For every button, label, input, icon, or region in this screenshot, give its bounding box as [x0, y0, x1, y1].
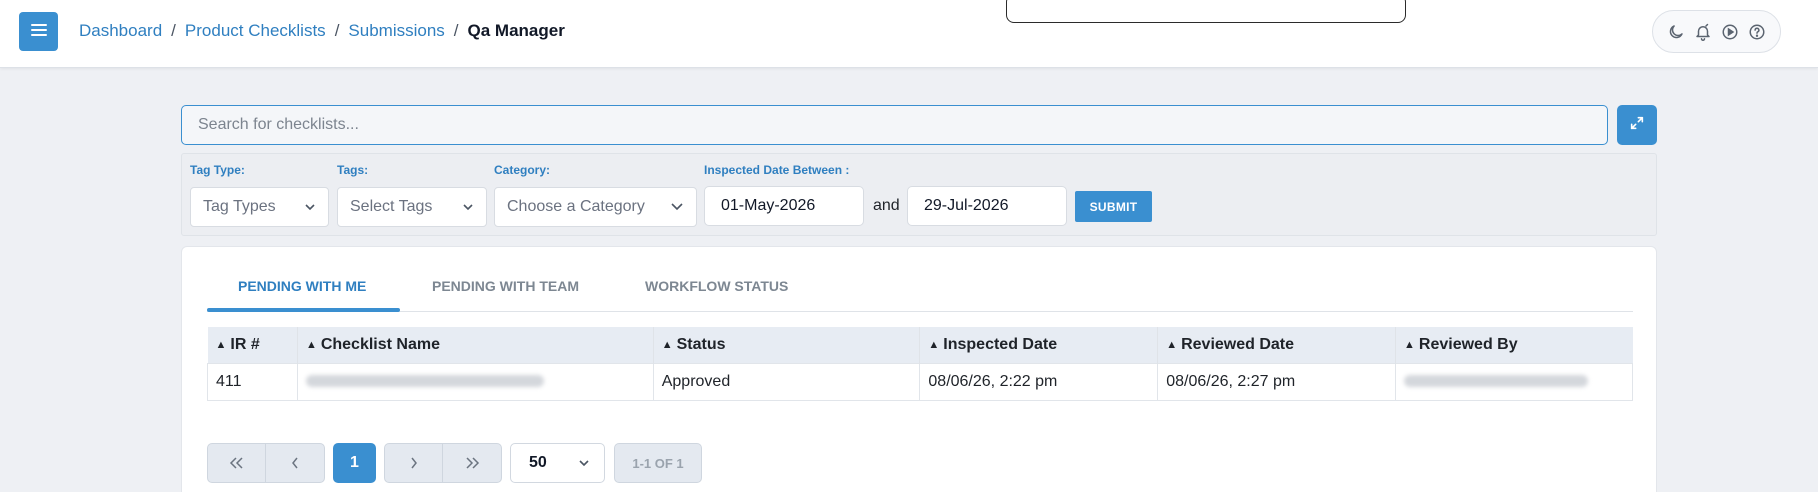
pagination: 1 50 1-1 OF 1 — [207, 443, 702, 483]
double-chevron-right-icon — [466, 457, 480, 469]
chevron-left-icon — [292, 457, 298, 469]
header-actions — [1652, 10, 1781, 53]
table-row[interactable]: 411 Approved 08/06/26, 2:22 pm 08/06/26,… — [207, 362, 1633, 401]
expand-icon — [1629, 115, 1645, 136]
cell-reviewed-by — [1395, 362, 1633, 401]
help-circle-icon[interactable] — [1746, 21, 1768, 43]
breadcrumb-current: Qa Manager — [467, 21, 565, 40]
sort-icon: ▲︎ — [215, 338, 227, 351]
cell-inspected-date: 08/06/26, 2:22 pm — [919, 362, 1159, 401]
column-header-label: Reviewed Date — [1181, 335, 1295, 353]
breadcrumb-submissions-link[interactable]: Submissions — [348, 21, 444, 41]
chevron-down-icon — [578, 454, 590, 472]
column-header-label: Reviewed By — [1418, 335, 1518, 353]
tab-pending-with-me[interactable]: PENDING WITH ME — [238, 278, 366, 294]
column-header-label: IR # — [230, 335, 260, 353]
tab-workflow-status[interactable]: WORKFLOW STATUS — [645, 278, 788, 294]
column-header-checklist-name[interactable]: ▲︎ Checklist Name — [297, 327, 654, 363]
tags-label: Tags: — [337, 163, 369, 177]
tags-select[interactable]: Select Tags — [337, 187, 487, 227]
tag-type-value: Tag Types — [203, 198, 276, 215]
breadcrumb-separator: / — [334, 21, 340, 40]
next-page-button[interactable] — [385, 444, 443, 482]
last-page-button[interactable] — [443, 444, 501, 482]
category-select[interactable]: Choose a Category — [494, 187, 697, 227]
column-header-label: Inspected Date — [943, 335, 1058, 353]
sort-icon: ▲︎ — [661, 338, 673, 351]
column-header-reviewed-by[interactable]: ▲︎ Reviewed By — [1395, 327, 1633, 363]
sort-icon: ▲︎ — [1166, 338, 1178, 351]
date-to-input[interactable]: 29-Jul-2026 — [907, 186, 1067, 226]
search-input[interactable] — [181, 105, 1608, 145]
tag-type-select[interactable]: Tag Types — [190, 187, 329, 227]
redacted-text — [1404, 375, 1589, 388]
tab-bar: PENDING WITH ME PENDING WITH TEAM WORKFL… — [207, 247, 1633, 312]
tags-value: Select Tags — [350, 198, 433, 215]
breadcrumb-dashboard-link[interactable]: Dashboard — [79, 21, 162, 41]
category-value: Choose a Category — [507, 198, 645, 215]
column-header-label: Status — [676, 335, 726, 353]
play-circle-icon[interactable] — [1719, 21, 1741, 43]
date-from-value: 01-May-2026 — [721, 197, 816, 214]
header-center-box — [1006, 0, 1406, 23]
results-card: PENDING WITH ME PENDING WITH TEAM WORKFL… — [181, 246, 1657, 492]
cell-reviewed-date: 08/06/26, 2:27 pm — [1157, 362, 1397, 401]
active-tab-indicator — [207, 308, 400, 312]
chevron-down-icon — [462, 198, 474, 216]
chevron-down-icon — [304, 198, 316, 216]
first-page-button[interactable] — [208, 444, 266, 482]
pagination-info: 1-1 OF 1 — [614, 443, 702, 483]
expand-button[interactable] — [1617, 105, 1657, 145]
column-header-inspected-date[interactable]: ▲︎ Inspected Date — [919, 327, 1159, 363]
date-range-label: Inspected Date Between : — [704, 163, 850, 177]
breadcrumb: Dashboard / Product Checklists / Submiss… — [79, 21, 565, 41]
chevron-right-icon — [410, 457, 417, 469]
submit-button[interactable]: SUBMIT — [1075, 191, 1152, 222]
tag-type-label: Tag Type: — [190, 163, 245, 177]
pagination-next-group — [384, 443, 502, 483]
category-label: Category: — [494, 163, 551, 177]
menu-button[interactable] — [19, 12, 58, 51]
double-chevron-left-icon — [229, 457, 243, 469]
moon-icon[interactable] — [1665, 21, 1687, 43]
date-from-input[interactable]: 01-May-2026 — [704, 186, 864, 226]
breadcrumb-separator: / — [453, 21, 459, 40]
top-bar: Dashboard / Product Checklists / Submiss… — [0, 0, 1818, 68]
page-size-value: 50 — [529, 454, 547, 471]
tab-pending-with-team[interactable]: PENDING WITH TEAM — [432, 278, 579, 294]
redacted-text — [305, 375, 544, 388]
sort-icon: ▲︎ — [928, 338, 940, 351]
chevron-down-icon — [670, 198, 684, 216]
cell-status: Approved — [652, 362, 921, 401]
prev-page-button[interactable] — [266, 444, 324, 482]
date-range-joiner: and — [873, 197, 900, 214]
cell-ir: 411 — [207, 362, 298, 401]
table-header-row: ▲︎ IR # ▲︎ Checklist Name ▲︎ Status ▲︎ Inspe… — [207, 327, 1633, 363]
sort-icon: ▲︎ — [305, 338, 317, 351]
sort-icon: ▲︎ — [1404, 338, 1415, 351]
page-size-select[interactable]: 50 — [510, 443, 605, 483]
bell-icon[interactable] — [1692, 21, 1714, 43]
column-header-label: Checklist Name — [320, 335, 440, 353]
column-header-reviewed-date[interactable]: ▲︎ Reviewed Date — [1157, 327, 1397, 363]
cell-checklist-name — [296, 362, 654, 401]
column-header-ir[interactable]: ▲︎ IR # — [207, 327, 298, 363]
breadcrumb-product-checklists-link[interactable]: Product Checklists — [185, 21, 326, 41]
column-header-status[interactable]: ▲︎ Status — [653, 327, 921, 363]
pagination-prev-group — [207, 443, 325, 483]
hamburger-menu-icon — [30, 23, 47, 40]
breadcrumb-separator: / — [171, 21, 176, 40]
checklist-table: ▲︎ IR # ▲︎ Checklist Name ▲︎ Status ▲︎ Inspe… — [207, 327, 1633, 401]
filter-panel: Tag Type: Tag Types Tags: Select Tags Ca… — [181, 153, 1657, 236]
date-to-value: 29-Jul-2026 — [924, 197, 1009, 214]
current-page-button[interactable]: 1 — [333, 443, 376, 483]
